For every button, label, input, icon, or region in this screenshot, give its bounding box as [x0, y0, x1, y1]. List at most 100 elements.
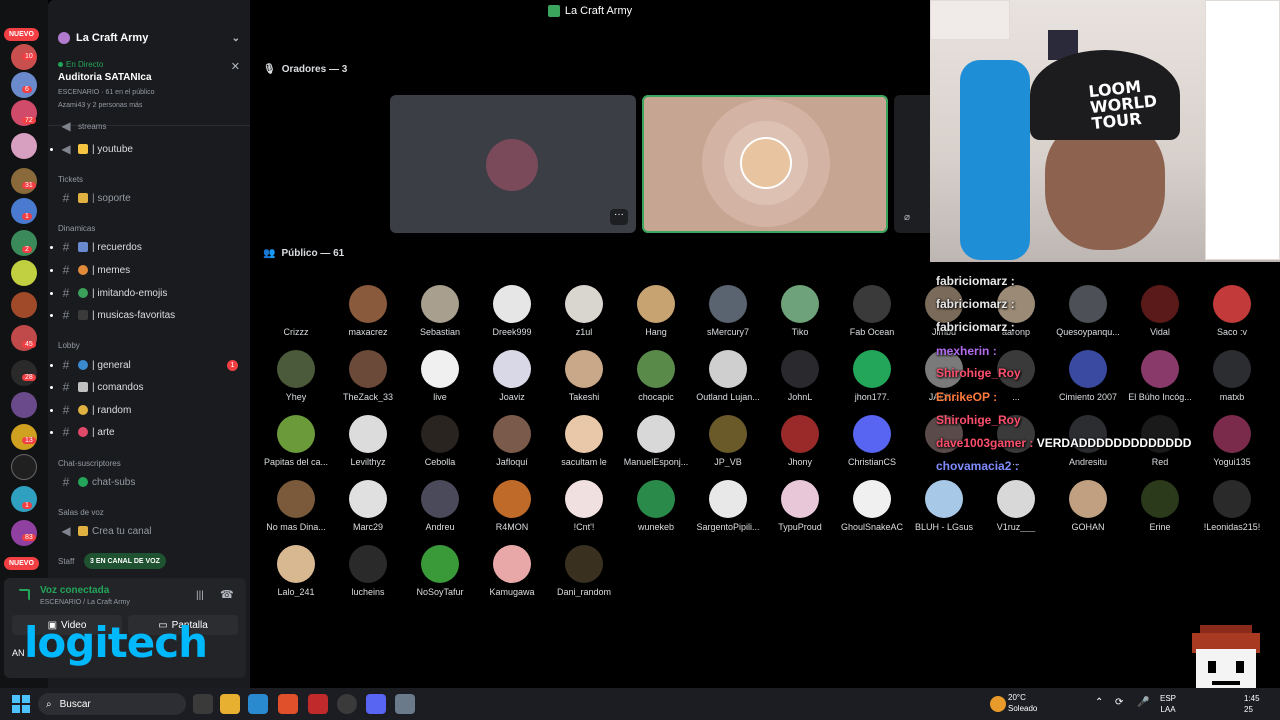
audience-member[interactable]: El Búho Incóg...	[1124, 350, 1196, 402]
server-icon[interactable]	[11, 520, 37, 546]
category-dinamicas[interactable]: Dinamicas	[58, 224, 95, 233]
audience-member[interactable]: live	[404, 350, 476, 402]
audience-member[interactable]: V1ruz___	[980, 480, 1052, 532]
audience-member[interactable]: sMercury7	[692, 285, 764, 337]
audience-member[interactable]: JP_VB	[692, 415, 764, 467]
settings-icon[interactable]	[395, 694, 415, 714]
audience-member[interactable]: z1ul	[548, 285, 620, 337]
discord-icon[interactable]	[366, 694, 386, 714]
server-icon[interactable]	[11, 168, 37, 194]
speaker-tile-active[interactable]	[642, 95, 888, 233]
server-icon[interactable]	[11, 198, 37, 224]
audience-member[interactable]: GhoulSnakeAC	[836, 480, 908, 532]
windows-start-icon[interactable]	[12, 695, 30, 713]
audience-member[interactable]: lucheins	[332, 545, 404, 597]
obs-icon[interactable]	[337, 694, 357, 714]
taskbar-search[interactable]: ⌕ Buscar	[38, 693, 186, 715]
audience-member[interactable]: Lalo_241	[260, 545, 332, 597]
audience-member[interactable]: Levilthyz	[332, 415, 404, 467]
audience-member[interactable]: Andreu	[404, 480, 476, 532]
speaker-tile-partial[interactable]: ⌀	[894, 95, 930, 233]
audience-member[interactable]: TheZack_33	[332, 350, 404, 402]
brave-icon[interactable]	[278, 694, 298, 714]
audience-member[interactable]: Marc29	[332, 480, 404, 532]
category-staff[interactable]: Staff	[58, 557, 74, 566]
audience-member[interactable]: ChristianCS	[836, 415, 908, 467]
audience-member[interactable]: Fab Ocean	[836, 285, 908, 337]
audience-member[interactable]: Jafloquí	[476, 415, 548, 467]
chevron-up-icon[interactable]: ⌃	[1095, 697, 1103, 708]
audience-member[interactable]: wunekeb	[620, 480, 692, 532]
audience-member[interactable]: Erine	[1124, 480, 1196, 532]
channel-memes[interactable]: # | memes	[48, 260, 250, 280]
close-icon[interactable]: ✕	[231, 60, 240, 73]
server-icon[interactable]	[11, 260, 37, 286]
clock[interactable]: 1:45 25	[1244, 693, 1260, 715]
channel-soporte[interactable]: # | soporte	[48, 188, 250, 208]
channel-youtube[interactable]: ◀ | youtube	[48, 139, 250, 159]
audience-member[interactable]: Sebastian	[404, 285, 476, 337]
audience-member[interactable]: Joaviz	[476, 350, 548, 402]
audience-member[interactable]: BLUH - LGsus	[908, 480, 980, 532]
audience-member[interactable]: sacultam le	[548, 415, 620, 467]
server-icon[interactable]	[11, 454, 37, 480]
audience-member[interactable]: Crizzz	[260, 285, 332, 337]
voice-status[interactable]: Voz conectada	[40, 585, 109, 596]
audience-member[interactable]: jhon177.	[836, 350, 908, 402]
category-tickets[interactable]: Tickets	[58, 175, 83, 184]
audience-member[interactable]: !Cnt'!	[548, 480, 620, 532]
mic-tray-icon[interactable]: 🎤	[1137, 697, 1149, 708]
channel-musicas-favoritas[interactable]: # | musicas-favoritas	[48, 305, 250, 325]
server-icon[interactable]	[11, 72, 37, 98]
audience-member[interactable]: chocapic	[620, 350, 692, 402]
audience-member[interactable]: Outland Lujan...	[692, 350, 764, 402]
more-options-button[interactable]: ···	[610, 209, 628, 225]
language-indicator[interactable]: ESP LAA	[1160, 693, 1176, 715]
audience-member[interactable]: Tiko	[764, 285, 836, 337]
audience-member[interactable]: Kamugawa	[476, 545, 548, 597]
audience-member[interactable]: Dreek999	[476, 285, 548, 337]
audience-member[interactable]: Yhey	[260, 350, 332, 402]
audience-member[interactable]: Papitas del ca...	[260, 415, 332, 467]
audience-member[interactable]: JohnL	[764, 350, 836, 402]
weather-widget[interactable]: 20°C Soleado	[1008, 692, 1037, 714]
audience-member[interactable]: NoSoyTafur	[404, 545, 476, 597]
file-explorer-icon[interactable]	[220, 694, 240, 714]
channel-arte[interactable]: # | arte	[48, 422, 250, 442]
server-header[interactable]: La Craft Army ⌄	[48, 24, 250, 52]
audience-member[interactable]: SargentoPipili...	[692, 480, 764, 532]
audience-member[interactable]: Quesoypanqu...	[1052, 285, 1124, 337]
server-icon[interactable]	[11, 133, 37, 159]
audience-member[interactable]: Cebolla	[404, 415, 476, 467]
store-icon[interactable]	[248, 694, 268, 714]
audience-member[interactable]: !Leonidas215!	[1196, 480, 1268, 532]
sync-icon[interactable]: ⟳	[1115, 697, 1123, 708]
task-view-icon[interactable]	[193, 694, 213, 714]
app-icon[interactable]	[308, 694, 328, 714]
audience-member[interactable]: Cimiento 2007	[1052, 350, 1124, 402]
category-salas-de-voz[interactable]: Salas de voz	[58, 508, 104, 517]
audience-member[interactable]: No mas Dina...	[260, 480, 332, 532]
channel-crea-tu-canal[interactable]: ◀ Crea tu canal	[48, 521, 250, 541]
audience-member[interactable]: Yogui135	[1196, 415, 1268, 467]
audience-member[interactable]: GOHAN	[1052, 480, 1124, 532]
audience-member[interactable]: Dani_random	[548, 545, 620, 597]
server-icon[interactable]	[11, 292, 37, 318]
channel-comandos[interactable]: # | comandos	[48, 377, 250, 397]
audience-member[interactable]: Hang	[620, 285, 692, 337]
audience-member[interactable]: Takeshi	[548, 350, 620, 402]
waveform-icon[interactable]: |||	[196, 590, 204, 601]
channel-chat-subs[interactable]: # chat-subs	[48, 472, 250, 492]
audience-member[interactable]: Saco :v	[1196, 285, 1268, 337]
channel-imitando-emojis[interactable]: # | imitando-emojis	[48, 283, 250, 303]
server-icon[interactable]	[11, 360, 37, 386]
channel-random[interactable]: # | random	[48, 400, 250, 420]
live-stage-card[interactable]: En Directo Auditoria SATANIca ESCENARIO …	[48, 56, 250, 126]
speaker-tile[interactable]: ···	[390, 95, 636, 233]
audience-member[interactable]: maxacrez	[332, 285, 404, 337]
channel-streams[interactable]: ◀ streams	[48, 120, 250, 132]
audience-member[interactable]: Vidal	[1124, 285, 1196, 337]
audience-member[interactable]: Jhony	[764, 415, 836, 467]
audience-member[interactable]: matxb	[1196, 350, 1268, 402]
audience-member[interactable]: ManuelEsponj...	[620, 415, 692, 467]
